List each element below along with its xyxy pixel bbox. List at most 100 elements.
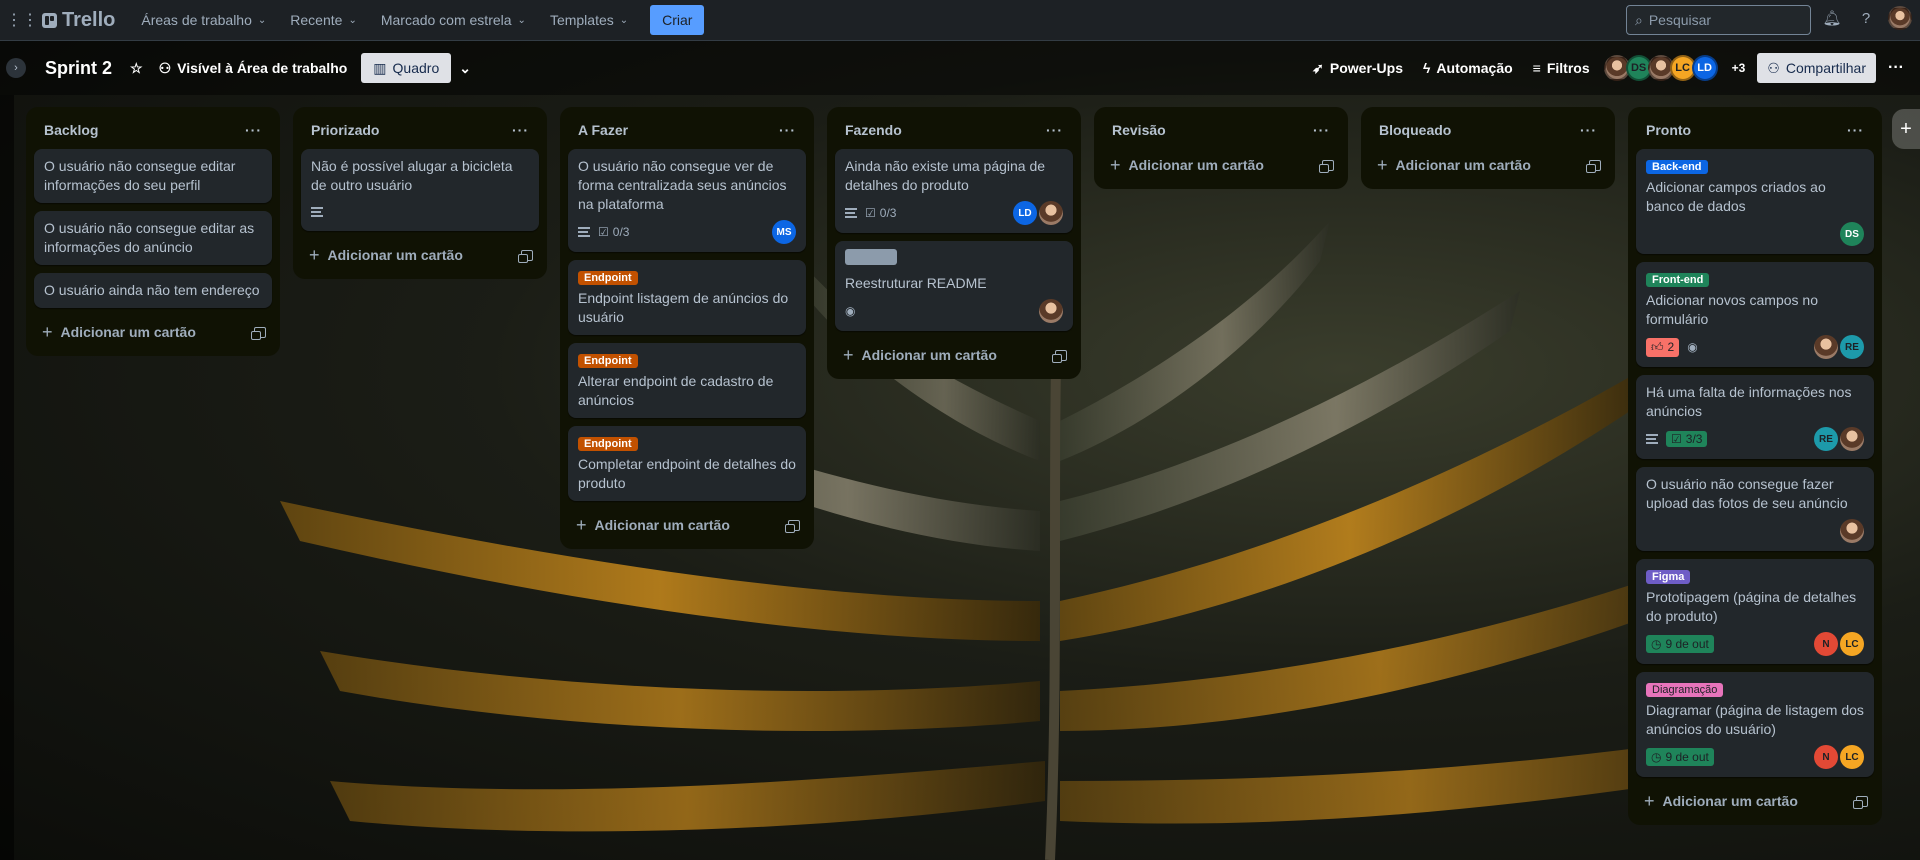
powerups-button[interactable]: ➶ Power-Ups (1304, 52, 1411, 84)
card-member[interactable] (1840, 519, 1864, 543)
card-member[interactable]: DS (1840, 222, 1864, 246)
help-icon[interactable]: ? (1854, 6, 1878, 30)
add-card-button[interactable]: + Adicionar um cartão (1102, 149, 1340, 181)
sidebar-toggle-icon[interactable]: › (6, 58, 26, 78)
card-member[interactable]: RE (1814, 427, 1838, 451)
card-label[interactable]: Endpoint (578, 271, 638, 285)
list-title[interactable]: Priorizado (311, 122, 379, 138)
notifications-icon[interactable]: 🔔︎ (1820, 6, 1844, 30)
list-menu-icon[interactable]: ··· (779, 122, 796, 138)
card[interactable]: Back-end Adicionar campos criados ao ban… (1636, 149, 1874, 254)
card[interactable]: Ainda não existe uma página de detalhes … (835, 149, 1073, 233)
card-member[interactable] (1840, 427, 1864, 451)
board-view-button[interactable]: ▥ Quadro (361, 53, 452, 83)
card-member[interactable]: N (1814, 632, 1838, 656)
automation-button[interactable]: ϟ Automação (1415, 52, 1521, 84)
card-template-icon[interactable] (1052, 349, 1067, 363)
list-menu-icon[interactable]: ··· (1580, 122, 1597, 138)
add-card-button[interactable]: + Adicionar um cartão (1636, 785, 1874, 817)
account-avatar[interactable] (1888, 6, 1912, 30)
due-date-badge[interactable]: ◷ 9 de out (1646, 635, 1714, 653)
card-member[interactable]: LC (1840, 745, 1864, 769)
board-view-label: Quadro (392, 60, 440, 76)
list-menu-icon[interactable]: ··· (1313, 122, 1330, 138)
card-label[interactable]: Back-end (1646, 160, 1708, 174)
add-list-button[interactable]: + (1892, 109, 1920, 149)
add-card-button[interactable]: + Adicionar um cartão (835, 339, 1073, 371)
card[interactable]: Endpoint Alterar endpoint de cadastro de… (568, 343, 806, 418)
card-member[interactable]: LC (1840, 632, 1864, 656)
card-label[interactable]: Endpoint (578, 354, 638, 368)
share-button[interactable]: ⚇ Compartilhar (1757, 53, 1876, 83)
list-title[interactable]: Fazendo (845, 122, 902, 138)
card-label[interactable]: Figma (1646, 570, 1691, 584)
add-card-button[interactable]: + Adicionar um cartão (568, 509, 806, 541)
card-badges (311, 201, 529, 223)
list-title[interactable]: A Fazer (578, 122, 628, 138)
nav-recent[interactable]: Recente ⌄ (278, 4, 369, 36)
card-template-icon[interactable] (785, 519, 800, 533)
list-menu-icon[interactable]: ··· (1847, 122, 1864, 138)
search-input[interactable]: ⌕ Pesquisar (1626, 5, 1811, 35)
board-menu-icon[interactable]: ··· (1880, 52, 1912, 84)
star-board-button[interactable]: ☆ (122, 52, 151, 84)
card[interactable]: O usuário ainda não tem endereço (34, 273, 272, 308)
more-members-count[interactable]: +3 (1732, 61, 1746, 75)
card-label[interactable]: Endpoint (578, 437, 638, 451)
card[interactable]: Diagramação Diagramar (página de listage… (1636, 672, 1874, 777)
view-switcher-button[interactable]: ⌄ (451, 52, 479, 84)
create-button[interactable]: Criar (650, 5, 705, 35)
card[interactable]: Endpoint Completar endpoint de detalhes … (568, 426, 806, 501)
nav-workspaces[interactable]: Áreas de trabalho ⌄ (129, 4, 278, 36)
list-title[interactable]: Backlog (44, 122, 98, 138)
app-switcher-icon[interactable]: ⋮⋮ (6, 6, 38, 34)
card[interactable]: O usuário não consegue editar informaçõe… (34, 149, 272, 203)
card[interactable]: Há uma falta de informações nos anúncios… (1636, 375, 1874, 459)
add-card-button[interactable]: + Adicionar um cartão (34, 316, 272, 348)
visibility-button[interactable]: ⚇ Visível à Área de trabalho (151, 52, 356, 84)
card-label[interactable]: Front-end (1646, 273, 1710, 287)
card[interactable]: Figma Prototipagem (página de detalhes d… (1636, 559, 1874, 664)
card-member[interactable] (1039, 201, 1063, 225)
add-card-button[interactable]: + Adicionar um cartão (1369, 149, 1607, 181)
card-template-icon[interactable] (251, 326, 266, 340)
card-template-icon[interactable] (1319, 159, 1334, 173)
card[interactable]: O usuário não consegue ver de forma cent… (568, 149, 806, 252)
list-title[interactable]: Bloqueado (1379, 122, 1451, 138)
card-template-icon[interactable] (1853, 795, 1868, 809)
board-title[interactable]: Sprint 2 (45, 58, 112, 79)
list-title[interactable]: Pronto (1646, 122, 1691, 138)
card-label[interactable] (845, 249, 897, 265)
card[interactable]: Reestruturar README ◉ (835, 241, 1073, 331)
checklist-count: 3/3 (1685, 432, 1703, 446)
card-badges: ◉ (845, 299, 1063, 323)
trello-logo[interactable]: Trello (42, 9, 115, 32)
card-title: Diagramar (página de listagem dos anúnci… (1646, 702, 1864, 737)
list-menu-icon[interactable]: ··· (512, 122, 529, 138)
nav-starred[interactable]: Marcado com estrela ⌄ (369, 4, 538, 36)
card[interactable]: Front-end Adicionar novos campos no form… (1636, 262, 1874, 367)
card-template-icon[interactable] (518, 249, 533, 263)
card-member[interactable]: MS (772, 220, 796, 244)
nav-templates[interactable]: Templates ⌄ (538, 4, 640, 36)
card-member[interactable]: RE (1840, 335, 1864, 359)
add-card-button[interactable]: + Adicionar um cartão (301, 239, 539, 271)
list-priorizado: Priorizado ··· Não é possível alugar a b… (293, 107, 547, 279)
card[interactable]: O usuário não consegue editar as informa… (34, 211, 272, 265)
list-menu-icon[interactable]: ··· (1046, 122, 1063, 138)
list-title[interactable]: Revisão (1112, 122, 1166, 138)
due-date-badge[interactable]: ◷ 9 de out (1646, 748, 1714, 766)
member-avatar[interactable]: LD (1691, 55, 1718, 81)
list-header: Pronto ··· (1636, 115, 1874, 145)
card[interactable]: Não é possível alugar a bicicleta de out… (301, 149, 539, 231)
card[interactable]: O usuário não consegue fazer upload das … (1636, 467, 1874, 551)
card-member[interactable]: LD (1013, 201, 1037, 225)
list-menu-icon[interactable]: ··· (245, 122, 262, 138)
filters-button[interactable]: ≡ Filtros (1525, 52, 1598, 84)
card[interactable]: Endpoint Endpoint listagem de anúncios d… (568, 260, 806, 335)
card-member[interactable] (1814, 335, 1838, 359)
card-member[interactable]: N (1814, 745, 1838, 769)
card-template-icon[interactable] (1586, 159, 1601, 173)
card-member[interactable] (1039, 299, 1063, 323)
card-label[interactable]: Diagramação (1646, 683, 1724, 697)
